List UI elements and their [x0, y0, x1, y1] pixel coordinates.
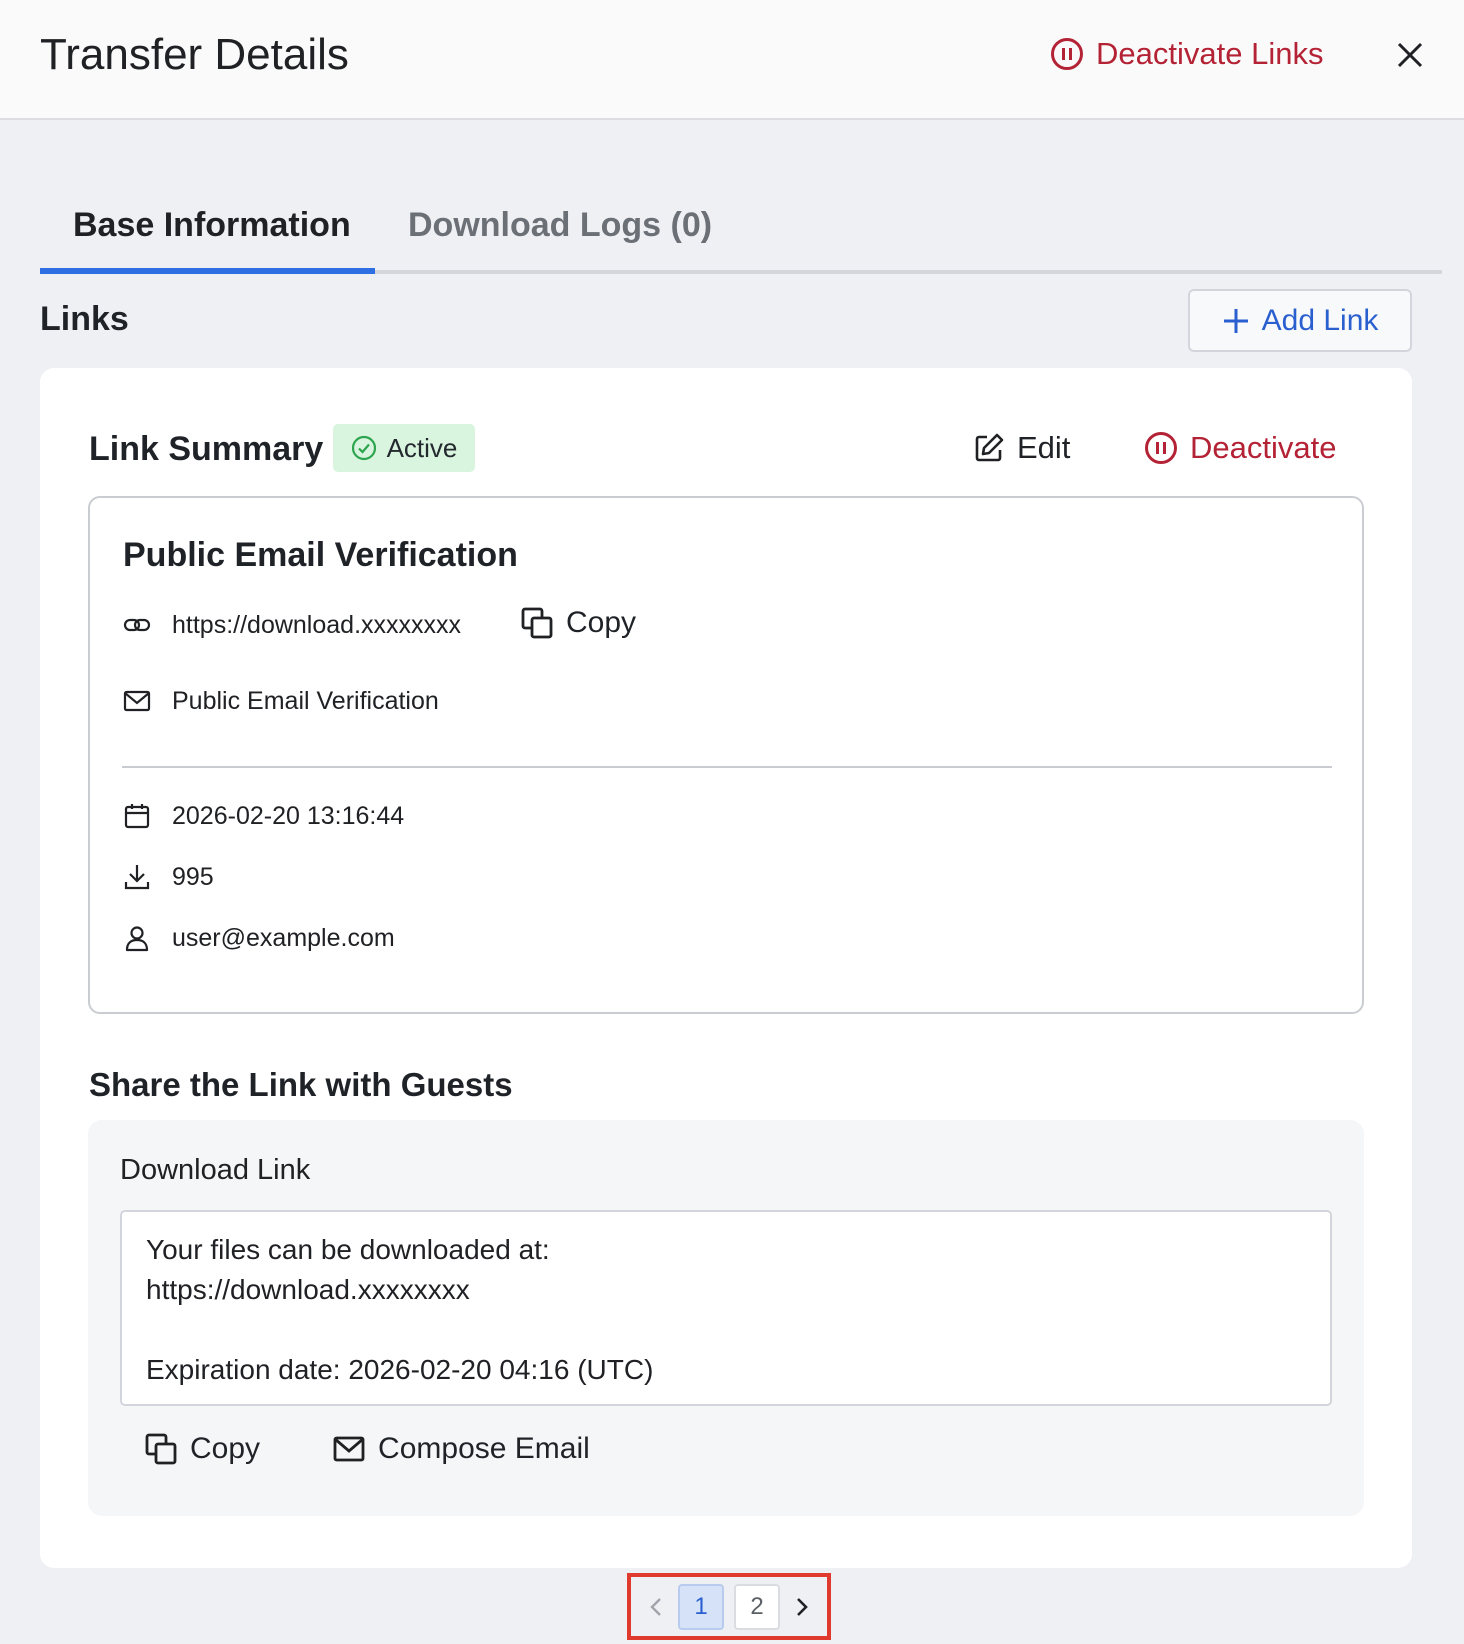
link-date: 2026-02-20 13:16:44	[172, 801, 405, 830]
copy-url-label: Copy	[566, 606, 637, 639]
share-message-textbox[interactable]: Your files can be downloaded at: https:/…	[120, 1210, 1332, 1406]
copy-message-button[interactable]: Copy	[144, 1432, 260, 1466]
verification-type: Public Email Verification	[172, 686, 439, 715]
copy-icon	[145, 1433, 177, 1465]
links-heading: Links	[40, 300, 129, 338]
summary-divider	[122, 766, 1332, 768]
chevron-left-icon	[650, 1597, 661, 1616]
copy-icon	[521, 607, 553, 639]
mail-icon	[123, 690, 151, 712]
edit-label: Edit	[1017, 430, 1071, 465]
download-count: 995	[172, 862, 214, 891]
owner-row: user@example.com	[122, 923, 395, 953]
share-heading: Share the Link with Guests	[89, 1066, 513, 1103]
dialog-header: Transfer Details Deactivate Links	[0, 0, 1464, 120]
tab-bar: Base Information Download Logs (0)	[40, 196, 1442, 274]
tab-download-logs[interactable]: Download Logs (0)	[408, 206, 712, 245]
pause-circle-icon	[1051, 38, 1083, 70]
download-link-label: Download Link	[120, 1154, 311, 1186]
calendar-icon	[124, 804, 150, 829]
add-link-button[interactable]: Add Link	[1188, 289, 1412, 352]
page-1-button[interactable]: 1	[678, 1583, 724, 1630]
status-label: Active	[386, 432, 458, 463]
next-page-button[interactable]	[790, 1591, 814, 1623]
edit-icon	[975, 433, 1004, 462]
deactivate-button[interactable]: Deactivate	[1144, 430, 1336, 466]
dialog-title: Transfer Details	[40, 30, 349, 79]
link-icon	[123, 618, 151, 632]
close-icon[interactable]	[1393, 38, 1427, 72]
plus-icon	[1223, 308, 1248, 333]
link-summary-title: Link Summary	[89, 430, 324, 468]
prev-page-button[interactable]	[644, 1591, 668, 1623]
user-icon	[125, 926, 149, 952]
deactivate-links-label: Deactivate Links	[1096, 36, 1324, 71]
share-actions: Copy Compose Email	[144, 1432, 590, 1466]
check-circle-icon	[351, 435, 376, 461]
deactivate-label: Deactivate	[1190, 430, 1337, 465]
pagination: 1 2	[627, 1573, 831, 1640]
link-url: https://download.xxxxxxxx	[172, 610, 462, 639]
link-name: Public Email Verification	[123, 536, 518, 574]
verification-row: Public Email Verification	[122, 686, 439, 716]
chevron-right-icon	[797, 1597, 808, 1616]
owner-email: user@example.com	[172, 923, 395, 952]
page-2-button[interactable]: 2	[734, 1583, 780, 1630]
compose-email-label: Compose Email	[378, 1432, 590, 1465]
link-card: Link Summary Active Edit Deactivate Publ…	[40, 368, 1412, 1568]
mail-icon	[333, 1436, 365, 1462]
copy-message-label: Copy	[190, 1432, 261, 1465]
compose-email-button[interactable]: Compose Email	[332, 1432, 590, 1466]
link-url-row: https://download.xxxxxxxx	[122, 610, 461, 640]
copy-url-button[interactable]: Copy	[520, 606, 636, 640]
add-link-label: Add Link	[1261, 303, 1379, 337]
link-summary-box: Public Email Verification https://downlo…	[88, 496, 1364, 1014]
download-icon	[124, 865, 150, 890]
edit-button[interactable]: Edit	[973, 430, 1070, 466]
status-badge: Active	[333, 424, 475, 472]
pause-circle-icon	[1145, 432, 1177, 464]
tab-base-information[interactable]: Base Information	[73, 206, 351, 245]
share-panel: Download Link Your files can be download…	[88, 1120, 1364, 1516]
deactivate-links-button[interactable]: Deactivate Links	[1050, 36, 1323, 72]
date-row: 2026-02-20 13:16:44	[122, 801, 404, 831]
active-tab-indicator	[40, 268, 375, 274]
downloads-row: 995	[122, 862, 214, 892]
